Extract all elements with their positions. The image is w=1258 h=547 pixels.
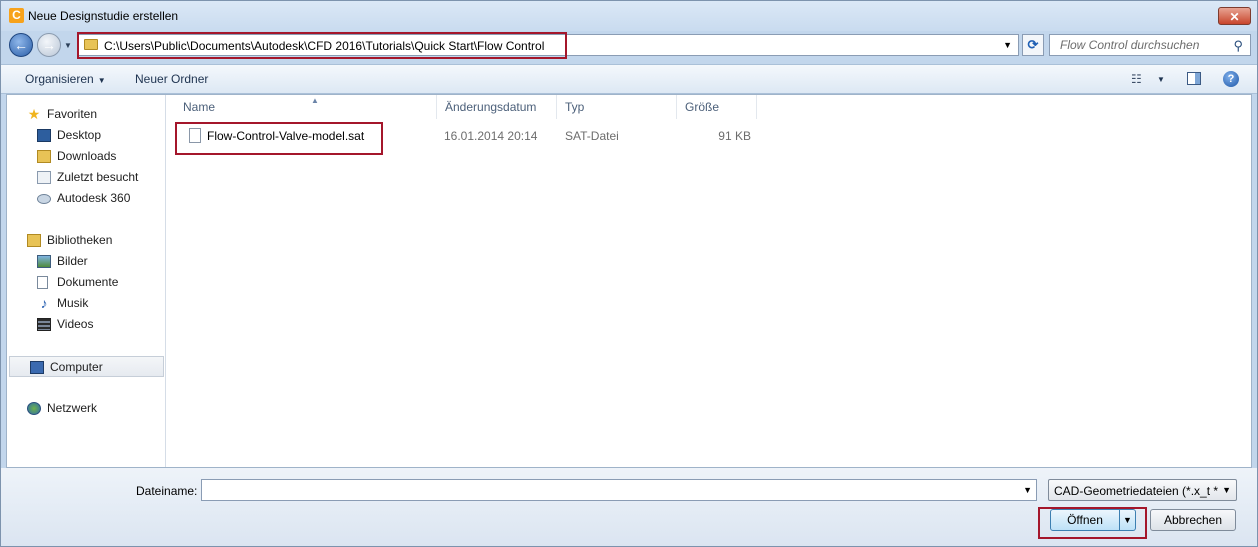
search-box[interactable]: ⚲ (1049, 34, 1251, 56)
search-icon[interactable]: ⚲ (1233, 38, 1243, 54)
chevron-down-icon: ▼ (1222, 485, 1231, 495)
filename-label: Dateiname: (136, 484, 198, 498)
sidebar-item-label: Desktop (57, 128, 102, 142)
window-title: Neue Designstudie erstellen (28, 9, 179, 23)
sidebar-item-recent[interactable]: Zuletzt besucht (7, 167, 163, 188)
navigation-pane[interactable]: ★ Favoriten Desktop Downloads Zuletzt be… (7, 95, 166, 467)
autodesk-cfd-app-icon: C (9, 8, 24, 23)
column-header-size[interactable]: Größe (677, 95, 757, 119)
organize-menu-button[interactable]: Organisieren ▼ (25, 72, 106, 86)
sidebar-item-label: Autodesk 360 (57, 191, 131, 205)
file-type: SAT-Datei (565, 129, 619, 143)
sidebar-item-label: Downloads (57, 149, 117, 163)
view-options-icon[interactable]: ☷ (1131, 72, 1142, 86)
sidebar-item-favorites[interactable]: ★ Favoriten (7, 104, 163, 125)
new-folder-button[interactable]: Neuer Ordner (135, 72, 208, 86)
search-input[interactable] (1050, 35, 1236, 55)
column-header-type[interactable]: Typ (557, 95, 677, 119)
filename-dropdown-icon[interactable]: ▼ (1023, 485, 1032, 495)
sidebar-item-label: Zuletzt besucht (57, 170, 139, 184)
close-button[interactable]: ✕ (1218, 7, 1251, 25)
sort-ascending-icon: ▲ (311, 96, 319, 105)
sidebar-item-videos[interactable]: Videos (7, 314, 163, 335)
refresh-button[interactable]: ⟳ (1022, 34, 1044, 56)
sidebar-item-computer[interactable]: Computer (9, 356, 164, 377)
view-dropdown-icon[interactable]: ▼ (1157, 75, 1165, 84)
filename-field[interactable]: ▼ (201, 479, 1037, 501)
sidebar-item-documents[interactable]: Dokumente (7, 272, 163, 293)
sidebar-item-label: Bilder (57, 254, 88, 268)
sidebar-item-label: Computer (50, 360, 103, 374)
filename-input[interactable] (202, 480, 1018, 500)
sidebar-item-music[interactable]: ♪ Musik (7, 293, 163, 314)
sidebar-item-label: Dokumente (57, 275, 119, 289)
sidebar-item-autodesk-360[interactable]: Autodesk 360 (7, 188, 163, 209)
file-size: 91 KB (718, 129, 751, 143)
network-icon (27, 402, 41, 415)
title-bar: C Neue Designstudie erstellen ✕ (1, 1, 1257, 31)
sidebar-item-pictures[interactable]: Bilder (7, 251, 163, 272)
cancel-button[interactable]: Abbrechen (1150, 509, 1236, 531)
sidebar-item-network[interactable]: Netzwerk (7, 398, 163, 419)
column-header-label: Name (183, 100, 216, 114)
file-type-filter-select[interactable]: CAD-Geometriedateien (*.x_t *. ▼ (1048, 479, 1237, 501)
open-button-highlight-box (1038, 507, 1147, 539)
sidebar-item-label: Videos (57, 317, 94, 331)
back-button[interactable]: ← (9, 33, 33, 57)
downloads-folder-icon (37, 150, 51, 163)
video-film-icon (37, 318, 51, 331)
help-icon[interactable]: ? (1223, 71, 1239, 87)
cloud-icon (37, 194, 51, 204)
recent-pages-dropdown-icon[interactable]: ▼ (64, 41, 72, 50)
preview-pane-icon[interactable] (1187, 72, 1201, 85)
music-note-icon: ♪ (40, 295, 48, 311)
file-type-filter-value: CAD-Geometriedateien (*.x_t *. (1054, 484, 1218, 498)
sidebar-item-libraries[interactable]: Bibliotheken (7, 230, 163, 251)
sidebar-item-label: Netzwerk (47, 401, 98, 415)
column-header-name[interactable]: ▲ Name (175, 95, 437, 119)
sidebar-item-label: Favoriten (47, 107, 98, 121)
library-icon (27, 234, 41, 247)
address-highlight-box (77, 32, 567, 59)
command-toolbar: Organisieren ▼ Neuer Ordner ☷ ▼ ? (1, 64, 1257, 94)
file-date: 16.01.2014 20:14 (444, 129, 538, 143)
desktop-icon (37, 129, 51, 142)
file-highlight-box (175, 122, 383, 155)
file-open-dialog: C Neue Designstudie erstellen ✕ ← → ▼ C:… (0, 0, 1258, 547)
organize-label: Organisieren (25, 72, 94, 86)
star-icon: ★ (27, 106, 41, 122)
sidebar-item-label: Musik (57, 296, 89, 310)
sidebar-item-label: Bibliotheken (47, 233, 113, 247)
computer-icon (30, 361, 44, 374)
recent-places-icon (37, 171, 51, 184)
chevron-down-icon: ▼ (97, 76, 106, 85)
documents-icon (37, 276, 48, 289)
column-header-date[interactable]: Änderungsdatum (437, 95, 557, 119)
pictures-icon (37, 255, 51, 268)
forward-button[interactable]: → (37, 33, 61, 57)
address-dropdown-icon[interactable]: ▼ (1003, 40, 1012, 50)
sidebar-item-desktop[interactable]: Desktop (7, 125, 163, 146)
sidebar-item-downloads[interactable]: Downloads (7, 146, 163, 167)
